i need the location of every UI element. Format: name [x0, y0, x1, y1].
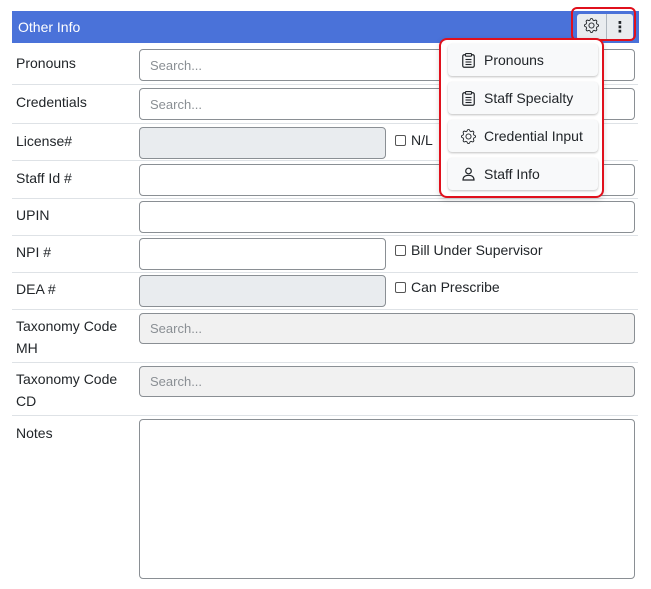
nl-checkbox[interactable] — [395, 134, 406, 146]
license-input[interactable] — [139, 127, 386, 159]
npi-label: NPI # — [16, 244, 52, 260]
notes-label: Notes — [16, 425, 53, 441]
taxonomy-mh-placeholder: Search... — [150, 321, 203, 336]
dea-label: DEA # — [16, 281, 56, 297]
taxonomy-cd-row: Taxonomy Code CD Search... — [12, 363, 638, 416]
taxonomy-cd-label-line2: CD — [16, 393, 37, 409]
taxonomy-cd-input[interactable]: Search... — [139, 366, 635, 397]
taxonomy-mh-label-line1: Taxonomy Code — [16, 318, 118, 334]
upin-label: UPIN — [16, 207, 50, 223]
menu-item-pronouns-label: Pronouns — [484, 52, 544, 68]
npi-input[interactable] — [139, 238, 386, 270]
pronouns-placeholder: Search... — [150, 57, 203, 73]
notes-textarea[interactable] — [139, 419, 635, 579]
notes-row: Notes — [12, 416, 638, 586]
settings-button[interactable] — [577, 14, 607, 40]
menu-item-pronouns[interactable]: Pronouns — [448, 44, 598, 76]
section-title: Other Info — [18, 19, 81, 35]
taxonomy-mh-label-line2: MH — [16, 340, 38, 356]
dea-input[interactable] — [139, 275, 386, 307]
taxonomy-mh-row: Taxonomy Code MH Search... — [12, 310, 638, 363]
clipboard-icon — [460, 52, 476, 68]
user-icon — [460, 167, 476, 181]
nl-checkbox-label: N/L — [411, 132, 433, 148]
pronouns-label: Pronouns — [16, 55, 76, 71]
gear-icon — [584, 17, 599, 37]
can-prescribe-checkbox-wrapper[interactable]: Can Prescribe — [395, 279, 500, 295]
menu-item-credential-input[interactable]: Credential Input — [448, 120, 598, 152]
bill-under-supervisor-label: Bill Under Supervisor — [411, 242, 543, 258]
credentials-label: Credentials — [16, 94, 87, 110]
upin-input[interactable] — [139, 201, 635, 233]
credentials-placeholder: Search... — [150, 96, 203, 112]
can-prescribe-checkbox[interactable] — [395, 281, 406, 293]
more-options-dropdown: Pronouns Staff Specialty Credential Inpu… — [439, 38, 604, 198]
can-prescribe-label: Can Prescribe — [411, 279, 500, 295]
menu-item-staff-specialty[interactable]: Staff Specialty — [448, 82, 598, 114]
vertical-ellipsis-icon: ⋮ — [612, 19, 628, 36]
gear-icon — [460, 128, 476, 144]
menu-item-credential-input-label: Credential Input — [484, 128, 583, 144]
taxonomy-cd-placeholder: Search... — [150, 374, 203, 389]
taxonomy-cd-label-line1: Taxonomy Code — [16, 371, 118, 387]
nl-checkbox-wrapper[interactable]: N/L — [395, 132, 433, 148]
more-options-button[interactable]: ⋮ — [607, 14, 633, 40]
menu-item-staff-info-label: Staff Info — [484, 166, 540, 182]
clipboard-icon — [460, 90, 476, 106]
taxonomy-mh-input[interactable]: Search... — [139, 313, 635, 344]
staff-id-label: Staff Id # — [16, 170, 72, 186]
menu-item-staff-specialty-label: Staff Specialty — [484, 90, 574, 106]
dea-row: DEA # Can Prescribe — [12, 273, 638, 310]
menu-item-staff-info[interactable]: Staff Info — [448, 158, 598, 190]
npi-row: NPI # Bill Under Supervisor — [12, 236, 638, 273]
license-label: License# — [16, 133, 73, 149]
bill-under-supervisor-checkbox[interactable] — [395, 244, 406, 256]
bill-under-supervisor-checkbox-wrapper[interactable]: Bill Under Supervisor — [395, 242, 543, 258]
upin-row: UPIN — [12, 199, 638, 236]
